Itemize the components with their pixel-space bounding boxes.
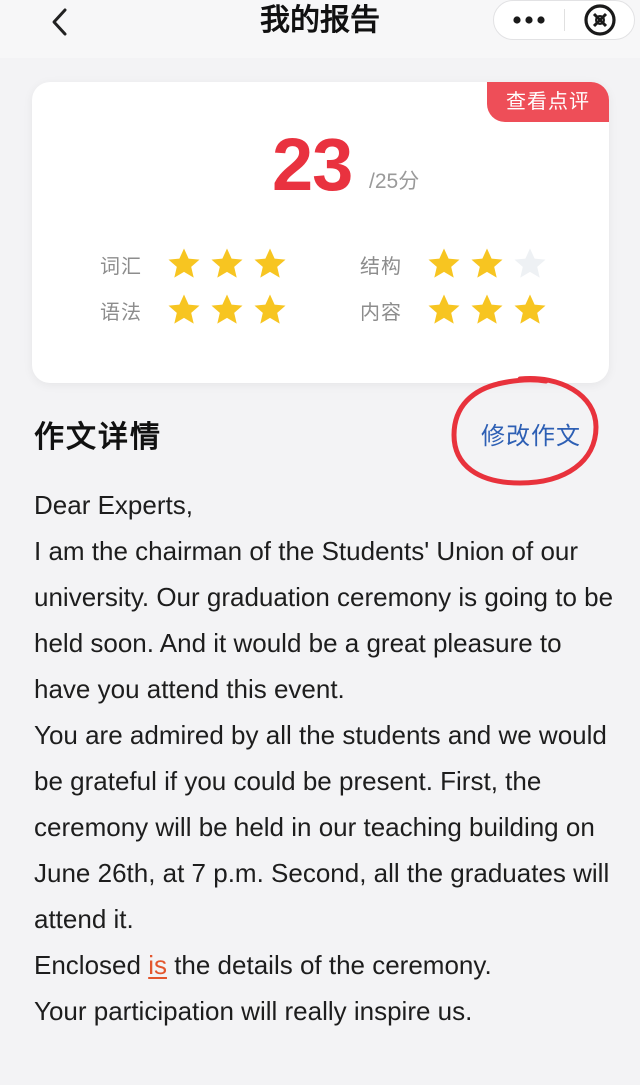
star-filled-icon (252, 292, 288, 328)
score-total: /25分 (369, 170, 420, 193)
star-filled-icon (469, 246, 505, 282)
score-card: 查看点评 23 /25分 词汇 结构 语法 内容 (32, 82, 609, 383)
more-button[interactable] (494, 1, 564, 39)
star-rating (426, 246, 555, 282)
rating-structure: 结构 (360, 244, 555, 284)
star-rating (426, 292, 555, 328)
essay-paragraph: I am the chairman of the Students' Union… (34, 536, 614, 704)
rating-content: 内容 (360, 290, 555, 330)
back-button[interactable] (44, 4, 74, 40)
rating-label: 结构 (360, 255, 402, 278)
rating-vocabulary: 词汇 (100, 244, 295, 284)
star-filled-icon (512, 292, 548, 328)
star-rating (166, 292, 295, 328)
rating-label: 词汇 (100, 255, 142, 278)
star-filled-icon (426, 292, 462, 328)
rating-label: 内容 (360, 301, 402, 324)
mini-program-capsule (493, 0, 635, 40)
score-value: 23 (272, 123, 353, 206)
star-filled-icon (166, 292, 202, 328)
essay-body: Dear Experts, I am the chairman of the S… (34, 482, 624, 1034)
close-button[interactable] (566, 1, 634, 39)
grammar-error-highlight[interactable]: is (148, 950, 167, 980)
essay-paragraph: Enclosed is the details of the ceremony. (34, 942, 624, 988)
star-empty-icon (512, 246, 548, 282)
star-filled-icon (469, 292, 505, 328)
star-filled-icon (426, 246, 462, 282)
essay-text: the details of the ceremony. (166, 950, 492, 980)
star-filled-icon (252, 246, 288, 282)
rating-label: 语法 (100, 301, 142, 324)
essay-text: Enclosed (34, 950, 149, 980)
essay-paragraph: You are admired by all the students and … (34, 720, 610, 934)
close-circle-icon (584, 4, 616, 36)
top-bar: 我的报告 (0, 0, 640, 58)
rating-grammar: 语法 (100, 290, 295, 330)
chevron-left-icon (52, 8, 67, 36)
section-title: 作文详情 (34, 421, 162, 454)
star-filled-icon (166, 246, 202, 282)
star-rating (166, 246, 295, 282)
more-dots-icon (513, 16, 545, 24)
star-filled-icon (209, 246, 245, 282)
capsule-divider (564, 9, 565, 31)
star-filled-icon (209, 292, 245, 328)
view-review-button[interactable]: 查看点评 (487, 82, 609, 122)
edit-essay-button[interactable]: 修改作文 (481, 420, 581, 454)
essay-salutation: Dear Experts, (34, 490, 193, 520)
essay-paragraph: Your participation will really inspire u… (34, 996, 473, 1026)
